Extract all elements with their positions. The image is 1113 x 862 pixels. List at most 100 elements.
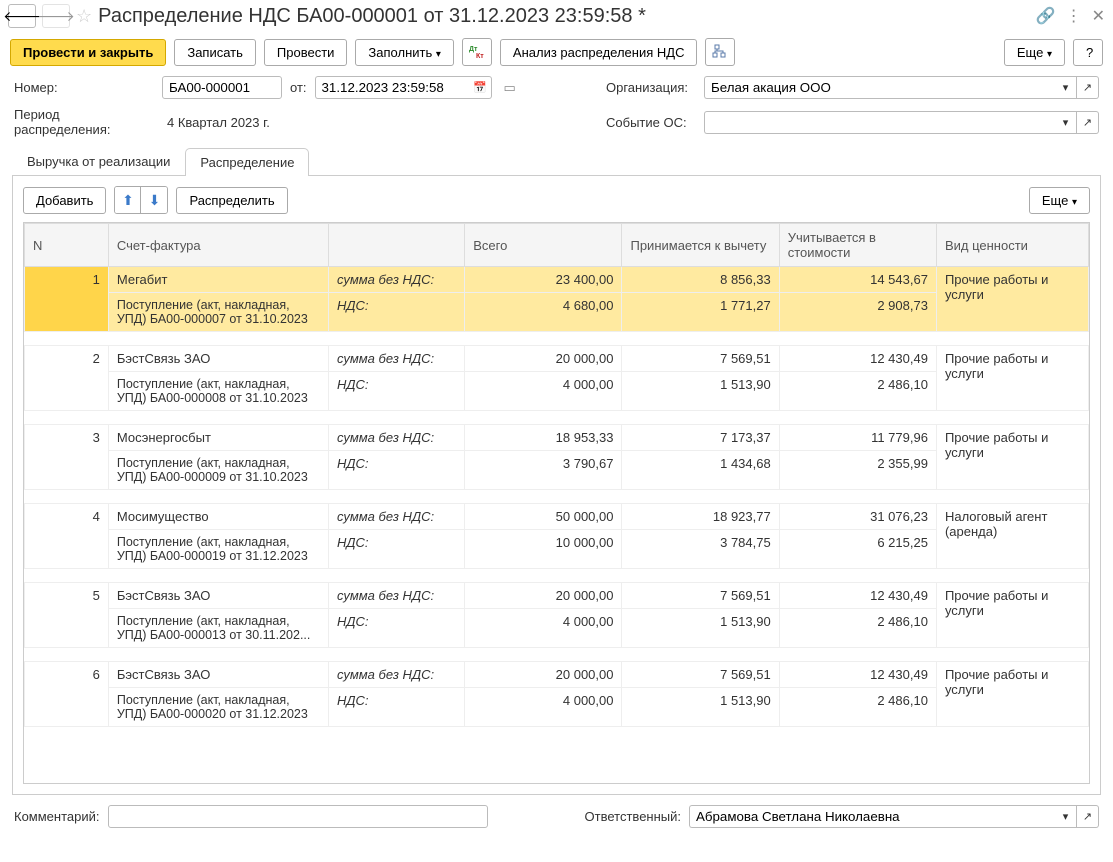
cell-counterparty: БэстСвязь ЗАО <box>108 346 328 372</box>
col-sf[interactable]: Счет-фактура <box>108 224 328 267</box>
save-button[interactable]: Записать <box>174 39 256 66</box>
add-button[interactable]: Добавить <box>23 187 106 214</box>
cell-n: 2 <box>25 346 109 411</box>
cell-deduct-sum: 8 856,33 <box>622 267 779 293</box>
col-n[interactable]: N <box>25 224 109 267</box>
nav-forward-button[interactable]: 🡒 <box>42 4 70 28</box>
more-button[interactable]: Еще ▾ <box>1004 39 1065 66</box>
cell-type: Прочие работы и услуги <box>936 662 1088 727</box>
link-icon[interactable]: 🔗 <box>1036 6 1056 26</box>
table-row[interactable]: 6БэстСвязь ЗАОсумма без НДС:20 000,007 5… <box>25 662 1089 688</box>
cell-deduct-vat: 1 513,90 <box>622 372 779 411</box>
col-cost[interactable]: Учитывается в стоимости <box>779 224 936 267</box>
tab-revenue[interactable]: Выручка от реализации <box>12 147 185 175</box>
table-row-sub[interactable]: Поступление (акт, накладная, УПД) БА00-0… <box>25 451 1089 490</box>
cell-total-vat: 4 000,00 <box>465 688 622 727</box>
tabs: Выручка от реализации Распределение <box>12 147 1101 176</box>
table-row[interactable]: 5БэстСвязь ЗАОсумма без НДС:20 000,007 5… <box>25 583 1089 609</box>
cell-n: 5 <box>25 583 109 648</box>
cell-total-sum: 20 000,00 <box>465 662 622 688</box>
cell-cost-vat: 2 486,10 <box>779 688 936 727</box>
row-spacer <box>25 569 1089 583</box>
col-label[interactable] <box>328 224 464 267</box>
calendar-icon[interactable]: 📅 <box>470 76 492 99</box>
dropdown-icon[interactable]: ▾ <box>1055 76 1077 99</box>
cell-total-vat: 10 000,00 <box>465 530 622 569</box>
structure-button[interactable] <box>705 38 735 66</box>
row-spacer <box>25 490 1089 504</box>
table-row-sub[interactable]: Поступление (акт, накладная, УПД) БА00-0… <box>25 609 1089 648</box>
date-input-group: 📅 <box>315 76 492 99</box>
cell-total-vat: 4 000,00 <box>465 372 622 411</box>
table-row-sub[interactable]: Поступление (акт, накладная, УПД) БА00-0… <box>25 530 1089 569</box>
from-label: от: <box>290 80 307 95</box>
comment-label: Комментарий: <box>14 809 100 824</box>
fill-button[interactable]: Заполнить ▾ <box>355 39 453 66</box>
post-button[interactable]: Провести <box>264 39 348 66</box>
cell-n: 1 <box>25 267 109 332</box>
date-input[interactable] <box>315 76 470 99</box>
table-row-sub[interactable]: Поступление (акт, накладная, УПД) БА00-0… <box>25 372 1089 411</box>
distribute-button[interactable]: Распределить <box>176 187 287 214</box>
row-spacer <box>25 727 1089 741</box>
main-toolbar: Провести и закрыть Записать Провести Зап… <box>0 32 1113 72</box>
table-row-sub[interactable]: Поступление (акт, накладная, УПД) БА00-0… <box>25 688 1089 727</box>
comment-input[interactable] <box>108 805 488 828</box>
dtkt-button[interactable]: ДтКт <box>462 38 492 66</box>
open-icon[interactable]: ↗ <box>1077 111 1099 134</box>
nav-back-button[interactable]: 🡐 <box>8 4 36 28</box>
org-input[interactable] <box>704 76 1055 99</box>
event-input[interactable] <box>704 111 1055 134</box>
cell-label-sum: сумма без НДС: <box>328 267 464 293</box>
number-input[interactable] <box>162 76 282 99</box>
favorite-star-icon[interactable]: ☆ <box>76 6 92 27</box>
cell-total-sum: 18 953,33 <box>465 425 622 451</box>
distribution-table: N Счет-фактура Всего Принимается к вычет… <box>24 223 1089 741</box>
cell-cost-sum: 31 076,23 <box>779 504 936 530</box>
cell-doc: Поступление (акт, накладная, УПД) БА00-0… <box>108 609 328 648</box>
col-deduct[interactable]: Принимается к вычету <box>622 224 779 267</box>
cell-cost-vat: 2 486,10 <box>779 372 936 411</box>
org-label: Организация: <box>606 80 696 95</box>
svg-text:Кт: Кт <box>476 53 484 60</box>
post-and-close-button[interactable]: Провести и закрыть <box>10 39 166 66</box>
cell-cost-vat: 2 486,10 <box>779 609 936 648</box>
distribution-table-container[interactable]: N Счет-фактура Всего Принимается к вычет… <box>23 222 1090 784</box>
row-spacer <box>25 332 1089 346</box>
table-row-sub[interactable]: Поступление (акт, накладная, УПД) БА00-0… <box>25 293 1089 332</box>
move-up-button[interactable]: ⬆ <box>115 187 141 213</box>
col-total[interactable]: Всего <box>465 224 622 267</box>
cell-label-vat: НДС: <box>328 372 464 411</box>
dtkt-icon: ДтКт <box>468 44 486 60</box>
open-icon[interactable]: ↗ <box>1077 76 1099 99</box>
cell-doc: Поступление (акт, накладная, УПД) БА00-0… <box>108 530 328 569</box>
event-label: Событие ОС: <box>606 115 696 130</box>
analysis-button[interactable]: Анализ распределения НДС <box>500 39 698 66</box>
cell-doc: Поступление (акт, накладная, УПД) БА00-0… <box>108 451 328 490</box>
dropdown-icon[interactable]: ▾ <box>1055 111 1077 134</box>
help-button[interactable]: ? <box>1073 39 1103 66</box>
period-label: Период распределения: <box>14 107 159 137</box>
table-row[interactable]: 1Мегабитсумма без НДС:23 400,008 856,331… <box>25 267 1089 293</box>
move-down-button[interactable]: ⬇ <box>141 187 167 213</box>
cell-label-sum: сумма без НДС: <box>328 583 464 609</box>
prev-period-icon[interactable]: ▭ <box>504 80 516 96</box>
kebab-menu-icon[interactable]: ⋮ <box>1066 6 1082 26</box>
cell-label-vat: НДС: <box>328 293 464 332</box>
responsible-input[interactable] <box>689 805 1055 828</box>
close-icon[interactable]: ✕ <box>1092 6 1105 26</box>
table-row[interactable]: 4Мосимуществосумма без НДС:50 000,0018 9… <box>25 504 1089 530</box>
open-icon[interactable]: ↗ <box>1077 805 1099 828</box>
dropdown-icon[interactable]: ▾ <box>1055 805 1077 828</box>
tab-distribution[interactable]: Распределение <box>185 148 309 176</box>
table-row[interactable]: 3Мосэнергосбытсумма без НДС:18 953,337 1… <box>25 425 1089 451</box>
panel-more-button[interactable]: Еще ▾ <box>1029 187 1090 214</box>
form-row-2: Период распределения: 4 Квартал 2023 г. … <box>0 103 1113 141</box>
col-type[interactable]: Вид ценности <box>936 224 1088 267</box>
table-row[interactable]: 2БэстСвязь ЗАОсумма без НДС:20 000,007 5… <box>25 346 1089 372</box>
panel-toolbar: Добавить ⬆ ⬇ Распределить Еще ▾ <box>23 186 1090 214</box>
cell-type: Прочие работы и услуги <box>936 267 1088 332</box>
chevron-down-icon: ▾ <box>1072 197 1077 208</box>
cell-total-sum: 20 000,00 <box>465 346 622 372</box>
cell-total-sum: 20 000,00 <box>465 583 622 609</box>
